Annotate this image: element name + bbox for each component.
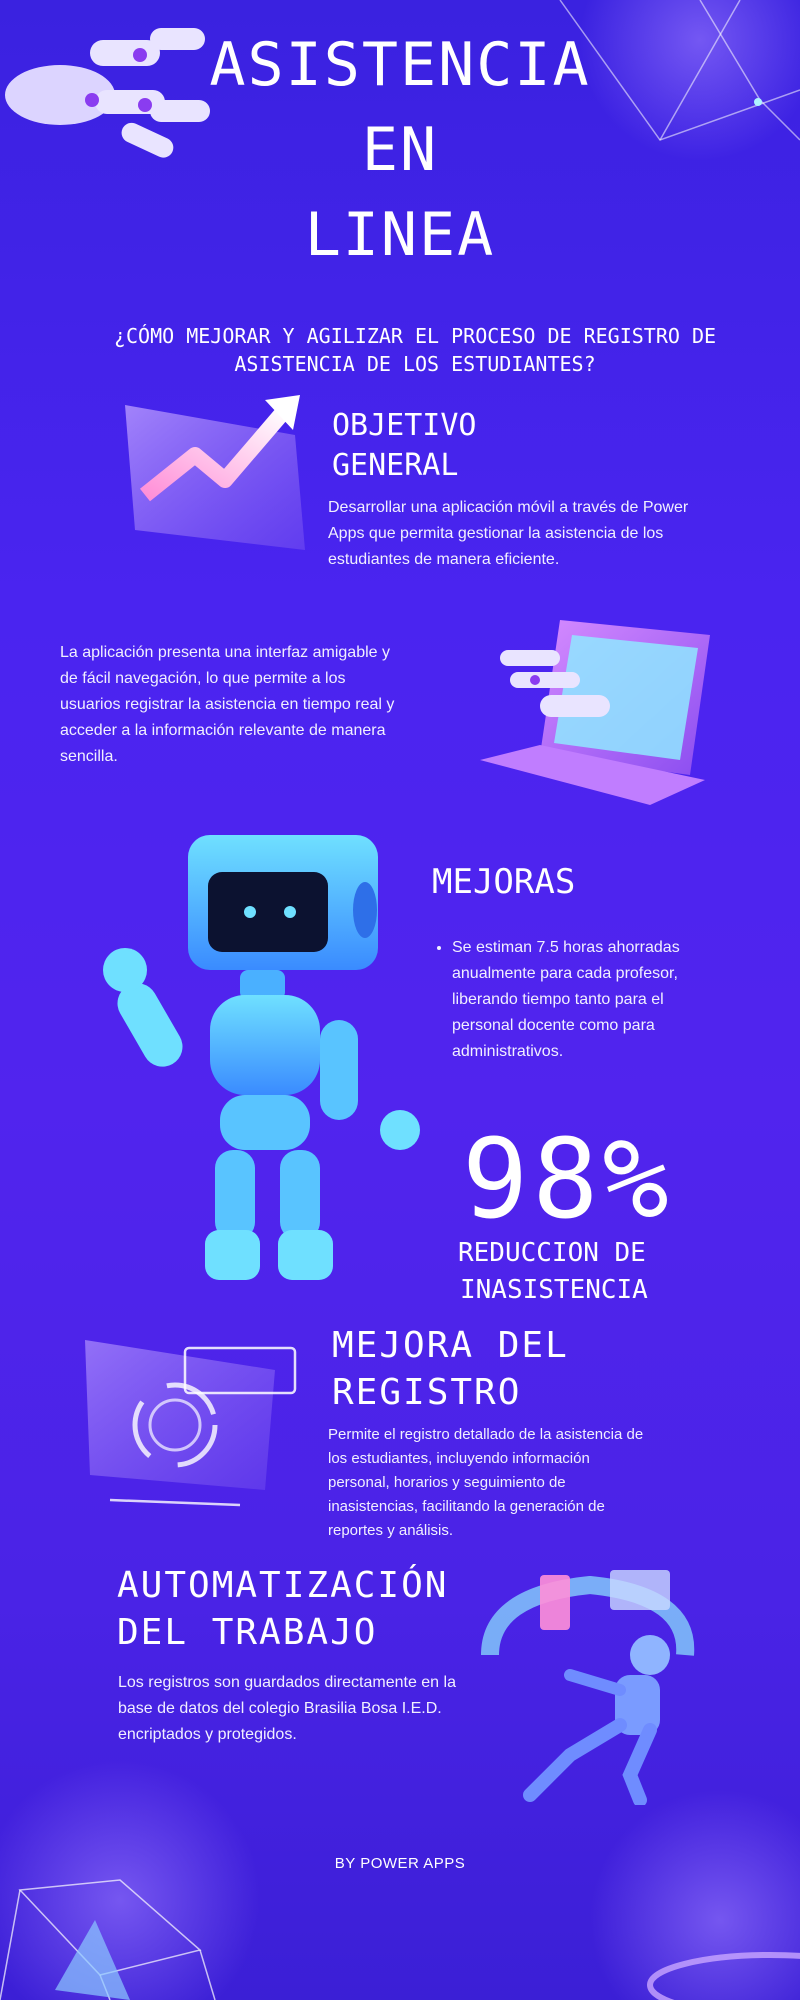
stat-label-line-1: REDUCCION DE xyxy=(458,1238,646,1268)
objetivo-text: Desarrollar una aplicación móvil a travé… xyxy=(328,499,689,568)
stat-value: 98% xyxy=(462,1115,673,1243)
mejoras-bullet: Se estiman 7.5 horas ahorradas anualment… xyxy=(452,935,712,1065)
automatizacion-heading-line-1: AUTOMATIZACIÓN xyxy=(117,1565,449,1606)
interfaz-text: La aplicación presenta una interfaz amig… xyxy=(60,644,395,765)
automatizacion-text: Los registros son guardados directamente… xyxy=(118,1674,456,1743)
automatizacion-heading-line-2: DEL TRABAJO xyxy=(117,1612,378,1653)
registro-text: Permite el registro detallado de la asis… xyxy=(328,1426,644,1539)
registro-heading-line-2: REGISTRO xyxy=(332,1372,522,1413)
robot-icon xyxy=(103,835,420,1280)
main-title-line-3: LINEA xyxy=(304,200,496,270)
growth-arrow-icon xyxy=(125,395,305,550)
main-title-line-2: EN xyxy=(361,115,439,185)
stat-label-line-2: INASISTENCIA xyxy=(460,1275,648,1305)
guiding-question: ¿CÓMO MEJORAR Y AGILIZAR EL PROCESO DE R… xyxy=(113,324,717,376)
laptop-hand-icon xyxy=(480,620,710,805)
hologram-screen-icon xyxy=(85,1340,297,1507)
mejoras-bullet-list: Se estiman 7.5 horas ahorradas anualment… xyxy=(432,935,712,1065)
mejoras-heading: MEJORAS xyxy=(432,862,576,902)
objetivo-heading-line-2: GENERAL xyxy=(332,448,459,483)
main-title-line-1: ASISTENCIA xyxy=(209,30,591,100)
robot-with-screens-icon xyxy=(481,1570,695,1805)
objetivo-heading-line-1: OBJETIVO xyxy=(332,408,477,443)
footer-credit: BY POWER APPS xyxy=(334,1855,466,1872)
registro-heading-line-1: MEJORA DEL xyxy=(332,1325,569,1366)
